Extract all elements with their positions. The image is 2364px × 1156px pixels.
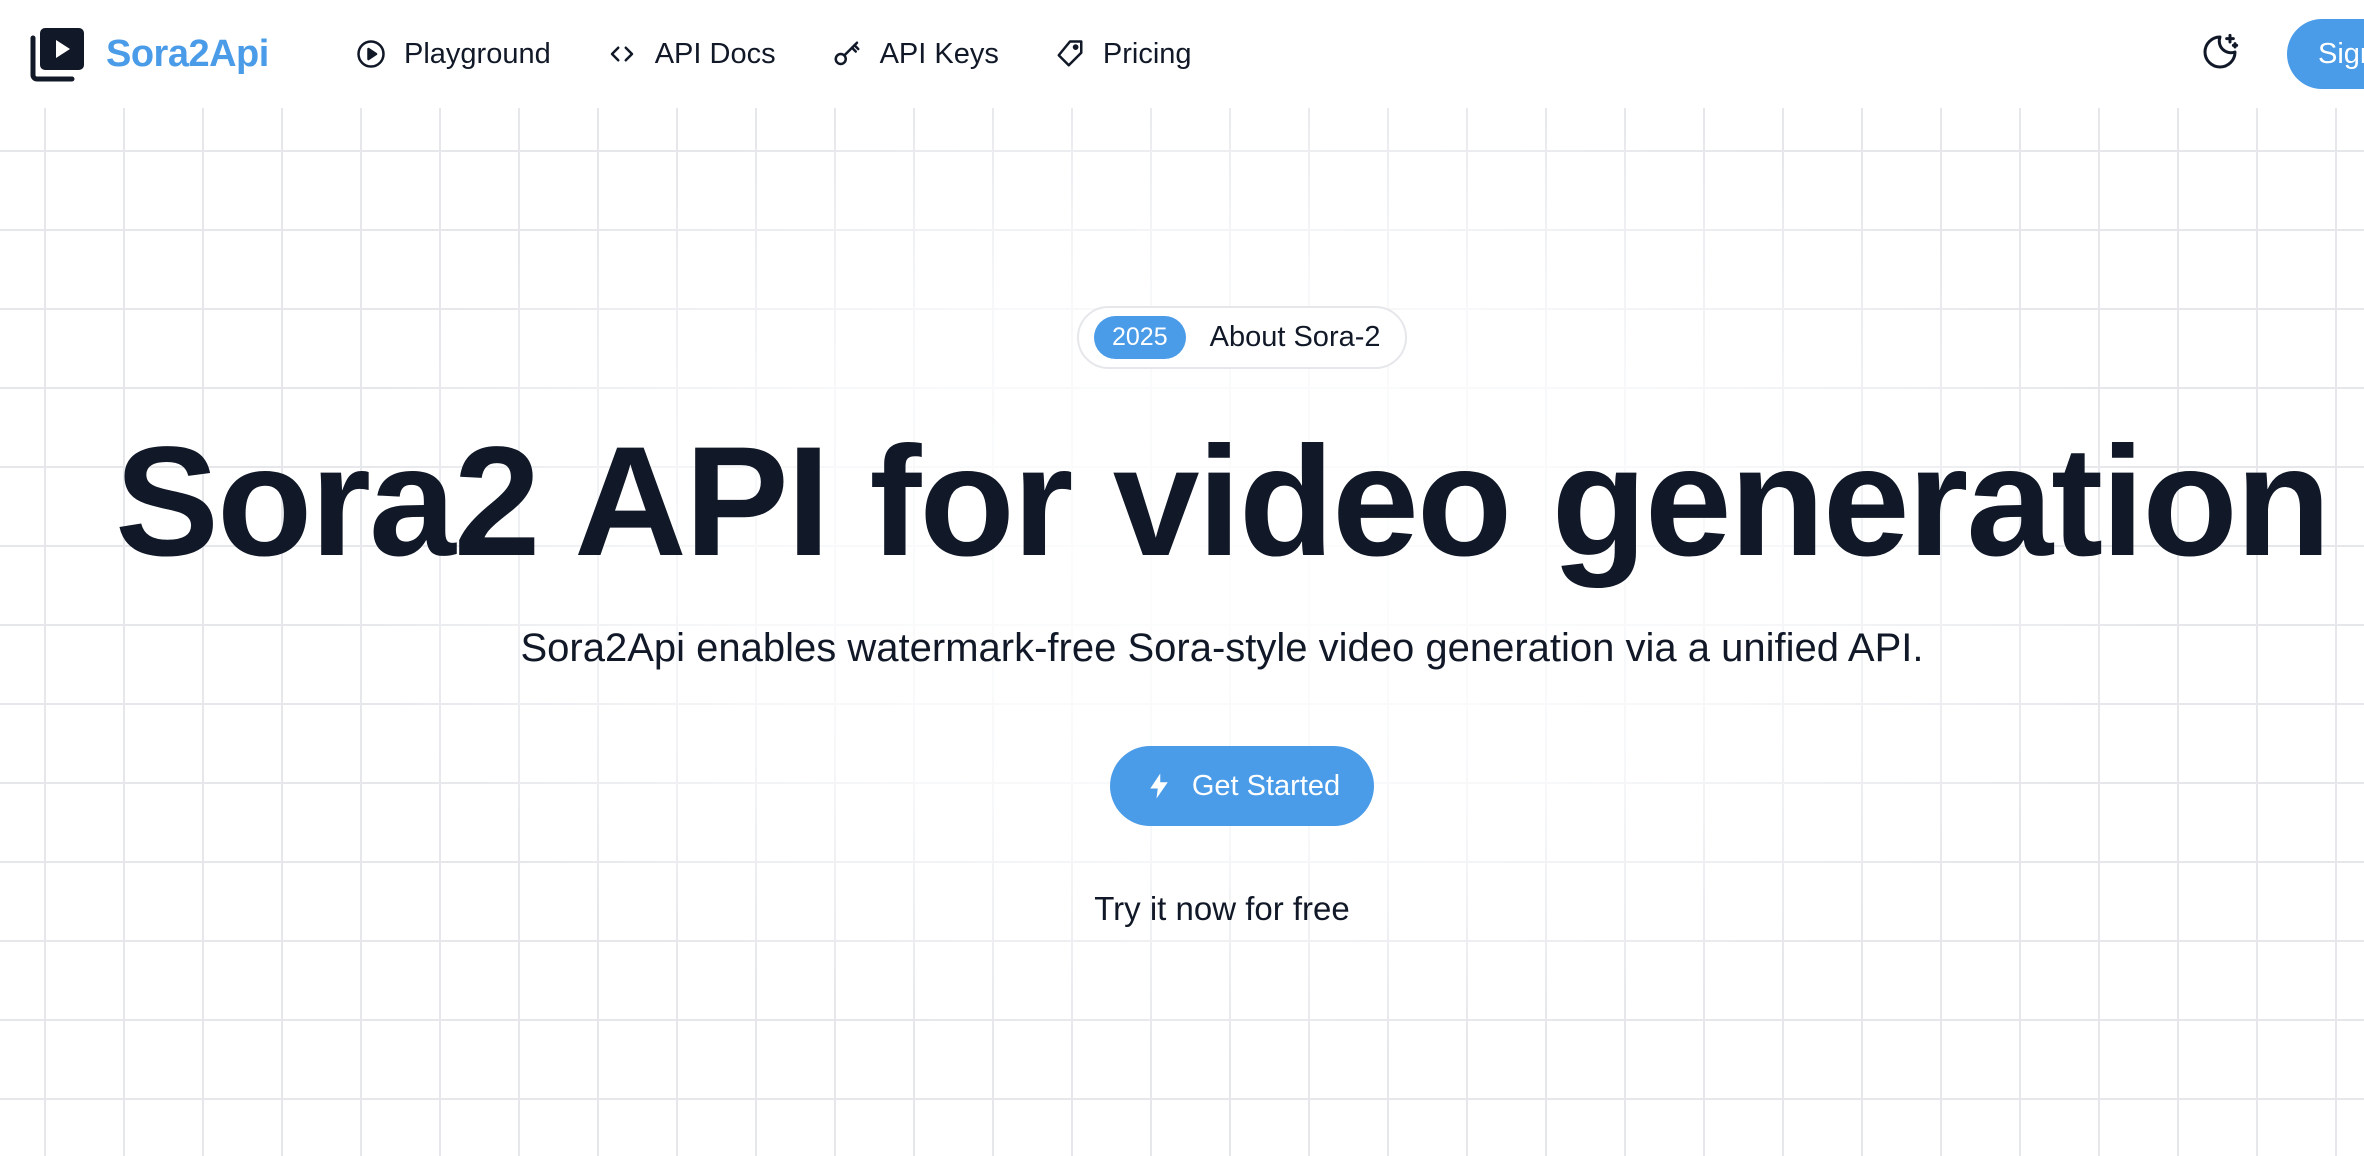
play-circle-icon bbox=[357, 40, 385, 68]
moon-stars-icon bbox=[2203, 33, 2239, 69]
get-started-button[interactable]: Get Started bbox=[1110, 746, 1374, 826]
badge-label: About Sora-2 bbox=[1209, 321, 1381, 353]
nav-label-pricing: Pricing bbox=[1102, 37, 1192, 70]
year-badge: 2025 bbox=[1094, 316, 1186, 359]
hero-subtitle: Sora2Api enables watermark-free Sora-sty… bbox=[520, 626, 1924, 670]
about-sora-badge[interactable]: 2025 About Sora-2 bbox=[1077, 306, 1407, 369]
tag-icon bbox=[1057, 40, 1083, 67]
code-icon bbox=[610, 46, 633, 62]
hero-title: Sora2 API for video generation bbox=[114, 415, 2331, 589]
landing-page: Sora2Api Playground API Docs API Keys Pr… bbox=[0, 0, 2364, 1156]
try-free-text: Try it now for free bbox=[1094, 890, 1350, 927]
brand-logo-link[interactable]: Sora2Api bbox=[30, 24, 269, 84]
theme-toggle-button[interactable] bbox=[2198, 30, 2242, 74]
nav-item-api-docs[interactable]: API Docs bbox=[607, 38, 776, 71]
sign-in-button[interactable]: Sign in bbox=[2287, 19, 2364, 89]
nav-item-api-keys[interactable]: API Keys bbox=[832, 38, 999, 71]
brand-name: Sora2Api bbox=[106, 32, 269, 75]
top-navbar: Sora2Api Playground API Docs API Keys Pr… bbox=[0, 0, 2364, 108]
nav-label-playground: Playground bbox=[404, 37, 551, 70]
lightning-icon bbox=[1150, 773, 1168, 799]
nav-item-pricing[interactable]: Pricing bbox=[1055, 38, 1192, 71]
video-library-icon bbox=[30, 28, 84, 82]
main-nav: Playground API Docs API Keys Pricing bbox=[356, 30, 1248, 78]
nav-label-api-docs: API Docs bbox=[654, 37, 776, 70]
key-icon bbox=[834, 41, 860, 66]
nav-label-api-keys: API Keys bbox=[879, 37, 999, 70]
nav-item-playground[interactable]: Playground bbox=[356, 38, 551, 71]
get-started-label: Get Started bbox=[1191, 769, 1341, 802]
